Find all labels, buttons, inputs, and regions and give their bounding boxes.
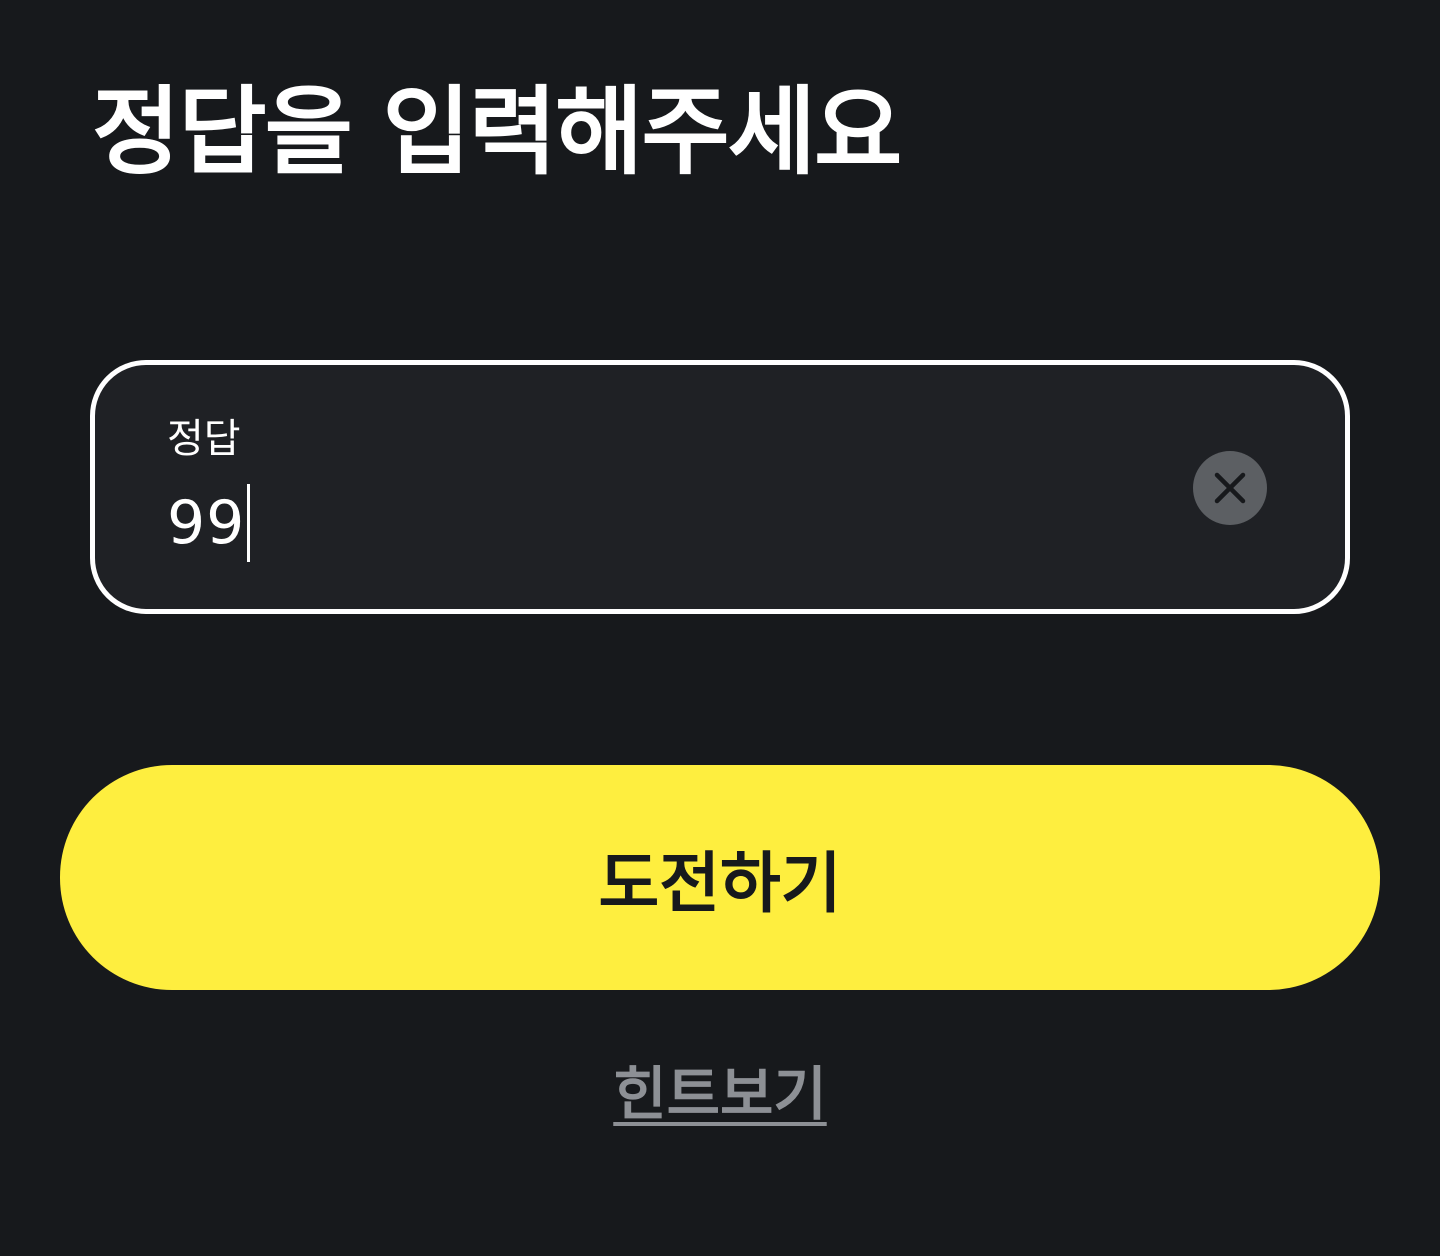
answer-input[interactable]: 99 bbox=[167, 483, 251, 563]
answer-field-label: 정답 bbox=[167, 416, 241, 462]
page-title: 정답을 입력해주세요 bbox=[92, 76, 902, 188]
answer-input-value[interactable]: 99 bbox=[167, 483, 245, 563]
submit-button[interactable]: 도전하기 bbox=[60, 765, 1380, 990]
clear-input-button[interactable] bbox=[1193, 451, 1267, 525]
answer-input-field[interactable]: 정답 99 bbox=[90, 360, 1350, 614]
text-caret bbox=[247, 484, 251, 562]
hint-link-container: 힌트보기 bbox=[0, 1058, 1440, 1130]
view-hint-link[interactable]: 힌트보기 bbox=[613, 1060, 826, 1128]
close-icon bbox=[1213, 471, 1247, 505]
